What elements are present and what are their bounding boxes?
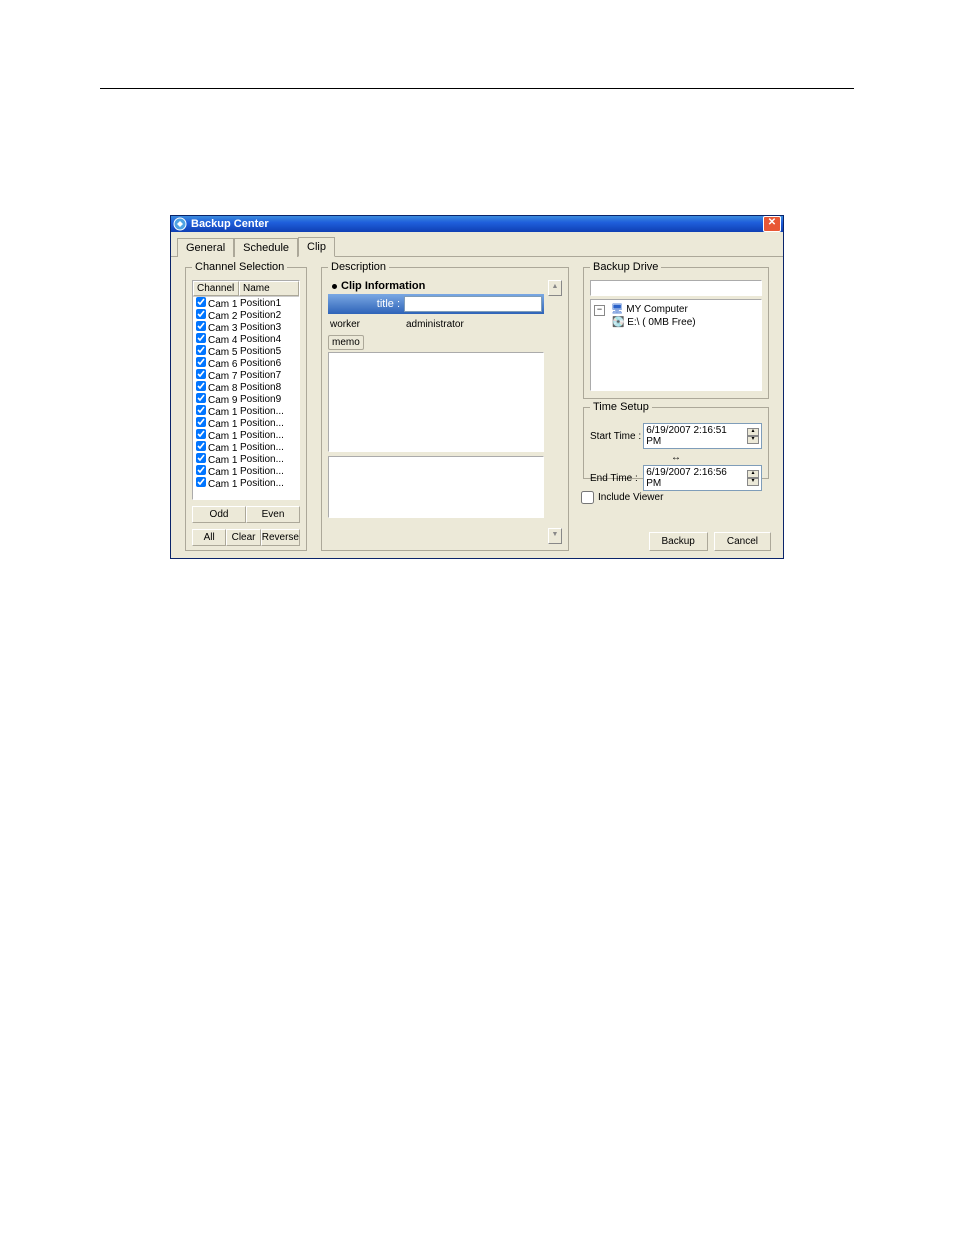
clip-title-input[interactable] — [404, 296, 542, 312]
time-range-arrow-icon: ↔ — [590, 452, 762, 462]
end-time-spinner[interactable]: ▴▾ — [747, 470, 759, 486]
description-lower-box[interactable] — [328, 456, 544, 518]
drive-tree[interactable]: − 🖥 MY Computer 💽 E:\ ( 0MB Free) — [590, 299, 762, 391]
start-time-input[interactable]: 6/19/2007 2:16:51 PM ▴▾ — [643, 423, 762, 449]
tree-collapse-icon[interactable]: − — [594, 305, 605, 316]
channel-checkbox[interactable] — [196, 417, 206, 427]
scroll-up-icon[interactable]: ▲ — [548, 280, 562, 296]
channel-checkbox[interactable] — [196, 465, 206, 475]
backup-button[interactable]: Backup — [649, 532, 708, 551]
channel-checkbox[interactable] — [196, 345, 206, 355]
even-button[interactable]: Even — [246, 506, 300, 523]
channel-checkbox[interactable] — [196, 297, 206, 307]
channel-checkbox[interactable] — [196, 369, 206, 379]
tab-clip[interactable]: Clip — [298, 237, 335, 257]
channel-checkbox[interactable] — [196, 393, 206, 403]
backup-drive-legend: Backup Drive — [590, 261, 661, 273]
tab-schedule[interactable]: Schedule — [234, 238, 298, 257]
worker-value: administrator — [400, 319, 464, 330]
computer-icon: 🖥 — [611, 304, 624, 315]
channel-row[interactable]: Cam 16Position... — [193, 477, 299, 489]
clip-info-heading: Clip Information — [332, 280, 544, 292]
memo-textarea[interactable] — [328, 352, 544, 452]
channel-checkbox[interactable] — [196, 477, 206, 487]
channel-list[interactable]: Channel Name Cam 1Position1Cam 2Position… — [192, 280, 300, 500]
channel-checkbox[interactable] — [196, 333, 206, 343]
tab-bar: General Schedule Clip — [171, 232, 783, 257]
channel-checkbox[interactable] — [196, 357, 206, 367]
cancel-button[interactable]: Cancel — [714, 532, 771, 551]
channel-selection-group: Channel Selection Channel Name Cam 1Posi… — [185, 267, 307, 551]
description-scrollbar[interactable]: ▲ ▼ — [548, 280, 562, 544]
end-time-label: End Time : — [590, 473, 643, 484]
description-legend: Description — [328, 261, 389, 273]
channel-checkbox[interactable] — [196, 381, 206, 391]
channel-selection-legend: Channel Selection — [192, 261, 287, 273]
memo-label: memo — [328, 335, 364, 350]
window-titlebar: Backup Center ✕ — [171, 216, 783, 232]
odd-button[interactable]: Odd — [192, 506, 246, 523]
clear-button[interactable]: Clear — [226, 529, 260, 546]
start-time-label: Start Time : — [590, 431, 643, 442]
clip-title-row: title : — [328, 294, 544, 314]
channel-checkbox[interactable] — [196, 429, 206, 439]
channel-checkbox[interactable] — [196, 453, 206, 463]
backup-path-input[interactable] — [590, 280, 762, 296]
channel-checkbox[interactable] — [196, 405, 206, 415]
start-time-spinner[interactable]: ▴▾ — [747, 428, 759, 444]
drive-icon: 💽 — [612, 317, 624, 328]
close-button[interactable]: ✕ — [763, 216, 781, 232]
window-title: Backup Center — [191, 218, 763, 230]
time-setup-group: Time Setup Start Time : 6/19/2007 2:16:5… — [583, 407, 769, 479]
end-time-input[interactable]: 6/19/2007 2:16:56 PM ▴▾ — [643, 465, 762, 491]
time-setup-legend: Time Setup — [590, 401, 652, 413]
worker-label: worker — [328, 319, 400, 330]
tab-general[interactable]: General — [177, 238, 234, 257]
channel-name: Position... — [237, 477, 295, 490]
channel-col-header[interactable]: Channel — [193, 281, 239, 296]
channel-checkbox[interactable] — [196, 441, 206, 451]
tree-drive-label[interactable]: E:\ ( 0MB Free) — [627, 317, 695, 328]
all-button[interactable]: All — [192, 529, 226, 546]
channel-checkbox[interactable] — [196, 321, 206, 331]
tree-root-label[interactable]: MY Computer — [626, 304, 688, 315]
backup-center-window: Backup Center ✕ General Schedule Clip Ch… — [170, 215, 784, 559]
reverse-button[interactable]: Reverse — [261, 529, 300, 546]
bullet-icon — [332, 284, 337, 289]
clip-title-label: title : — [330, 298, 404, 310]
backup-drive-group: Backup Drive − 🖥 MY Computer 💽 E:\ ( 0MB… — [583, 267, 769, 399]
scroll-down-icon[interactable]: ▼ — [548, 528, 562, 544]
channel-checkbox[interactable] — [196, 309, 206, 319]
app-icon — [173, 217, 187, 231]
name-col-header[interactable]: Name — [239, 281, 299, 296]
description-group: Description Clip Information title : wor… — [321, 267, 569, 551]
